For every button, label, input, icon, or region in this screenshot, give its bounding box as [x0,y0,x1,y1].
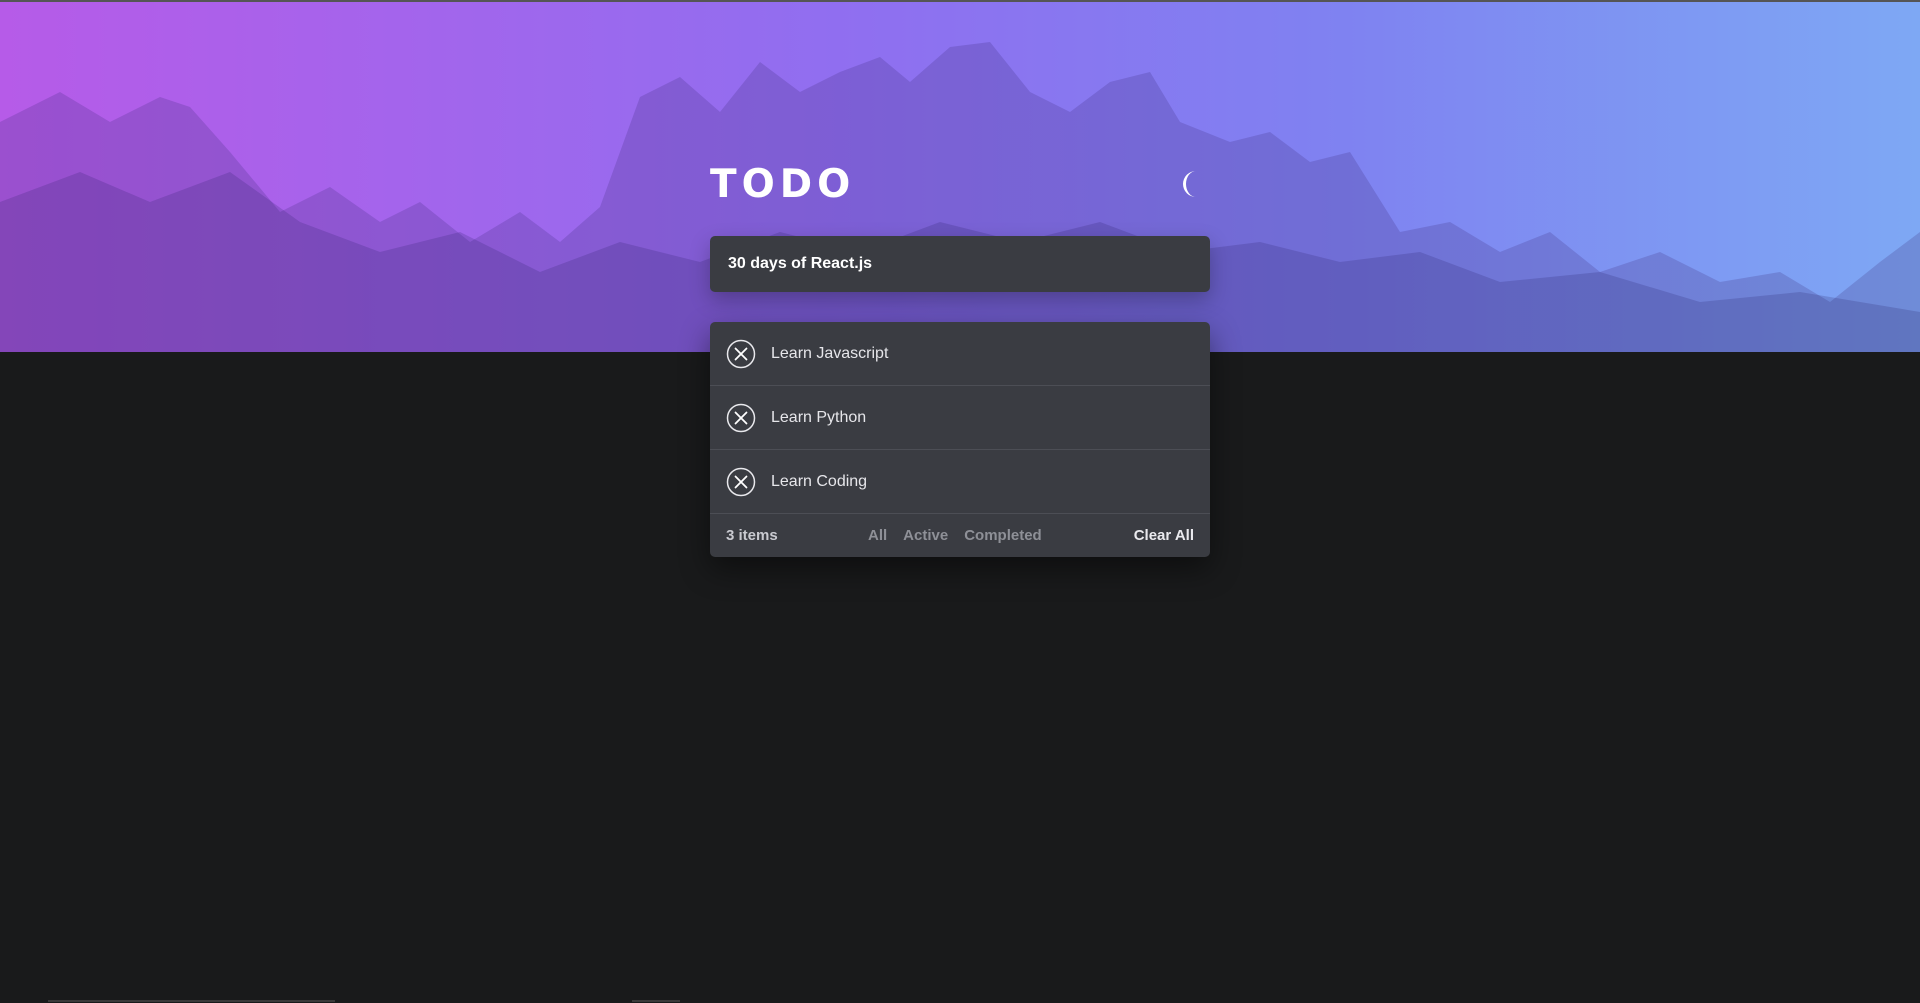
todo-item-label: Learn Coding [771,472,868,490]
list-item: Learn Coding [710,450,1210,514]
moon-icon [1183,171,1196,197]
header-banner: TODO [0,0,1920,352]
todo-item-label: Learn Javascript [771,344,889,362]
taskbar-mark [632,1000,680,1002]
theme-toggle-button[interactable] [1176,167,1210,201]
list-item: Learn Python [710,386,1210,450]
app-title: TODO [710,162,856,207]
clear-all-button[interactable]: Clear All [1134,527,1194,544]
new-todo-field[interactable] [710,236,1210,292]
filter-completed[interactable]: Completed [964,527,1042,544]
new-todo-input[interactable] [726,254,1200,274]
filter-all[interactable]: All [868,527,887,544]
todo-footer: 3 items All Active Completed Clear All [710,514,1210,557]
mountain-background-image [0,42,1920,352]
close-circle-icon[interactable] [726,339,756,369]
filter-active[interactable]: Active [903,527,948,544]
filter-group: All Active Completed [868,527,1042,544]
list-item: Learn Javascript [710,322,1210,386]
todo-list: Learn Javascript Learn Python Learn Codi… [710,322,1210,557]
close-circle-icon[interactable] [726,467,756,497]
items-count: 3 items [726,527,778,544]
todo-item-label: Learn Python [771,408,867,426]
taskbar-mark [285,1000,335,1002]
taskbar-mark [48,1000,288,1002]
close-circle-icon[interactable] [726,403,756,433]
